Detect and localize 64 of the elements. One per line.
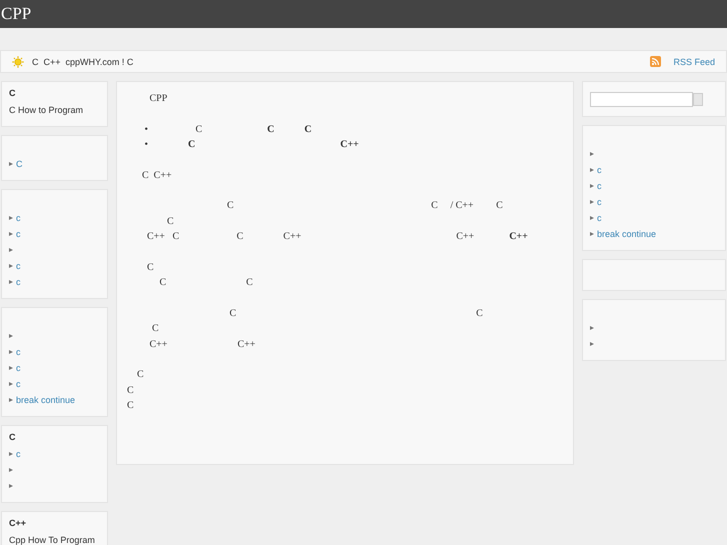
sun-icon: [12, 56, 24, 68]
widget-title: C: [9, 88, 16, 100]
widget-text[interactable]: Cpp How To Program: [9, 532, 100, 545]
bullet-triangle-icon: [9, 350, 13, 354]
bullet-triangle-icon: [590, 232, 594, 236]
search-button[interactable]: [693, 92, 703, 106]
sidebar-link[interactable]: break continue: [16, 395, 76, 405]
sidebar-link[interactable]: c: [16, 379, 20, 389]
site-title[interactable]: CPP: [1, 4, 32, 24]
article-text: C: [151, 322, 160, 336]
sidebar-link[interactable]: c: [597, 197, 602, 207]
article-text: • C C++: [144, 138, 360, 152]
article-text: C: [136, 368, 145, 382]
article-text: C C: [158, 276, 254, 290]
bullet-triangle-icon: [590, 184, 594, 188]
bullet-triangle-icon: [9, 280, 13, 284]
widget-title: C: [9, 432, 16, 444]
bullet-triangle-icon: [9, 468, 13, 472]
article-text: C C: [228, 306, 484, 320]
sidebar-link[interactable]: c: [16, 363, 20, 373]
article-text: CPP: [148, 92, 168, 106]
bullet-triangle-icon: [590, 216, 594, 220]
bullet-triangle-icon: [9, 452, 13, 456]
bullet-triangle-icon: [9, 232, 13, 236]
bullet-triangle-icon: [9, 334, 13, 338]
article-text: C: [127, 384, 135, 398]
article-text: C: [146, 260, 155, 274]
bullet-triangle-icon: [9, 398, 13, 402]
bullet-triangle-icon: [9, 248, 13, 252]
bullet-triangle-icon: [590, 326, 594, 330]
bullet-triangle-icon: [590, 342, 594, 346]
rss-feed-link[interactable]: RSS Feed: [673, 56, 715, 66]
article-text: C++ C C C++ C++ C++: [146, 230, 529, 244]
article-text: C: [166, 214, 175, 228]
sidebar-link[interactable]: c: [16, 347, 20, 357]
notice-text: C C++ cppWHY.com ! C: [32, 56, 134, 66]
sidebar-link[interactable]: c: [16, 277, 20, 287]
article-text: • C C C: [144, 122, 313, 136]
bullet-triangle-icon: [9, 382, 13, 386]
bullet-triangle-icon: [9, 484, 13, 488]
bullet-triangle-icon: [9, 264, 13, 268]
bullet-triangle-icon: [9, 216, 13, 220]
bullet-triangle-icon: [9, 162, 13, 166]
sidebar-link[interactable]: c: [597, 213, 602, 223]
article-text: C: [127, 399, 135, 413]
widget-text[interactable]: C How to Program: [9, 102, 100, 118]
sidebar-link[interactable]: c: [597, 165, 602, 175]
bullet-triangle-icon: [9, 366, 13, 370]
sidebar-link[interactable]: c: [16, 261, 20, 271]
bullet-triangle-icon: [590, 152, 594, 156]
sidebar-link[interactable]: c: [16, 213, 20, 223]
widget-title: C++: [9, 518, 28, 530]
sidebar-link[interactable]: c: [16, 449, 20, 459]
rss-icon[interactable]: [650, 56, 662, 67]
sidebar-link[interactable]: c: [597, 181, 602, 191]
article-text: C C++: [141, 168, 173, 182]
bullet-triangle-icon: [590, 200, 594, 204]
search-field[interactable]: [590, 92, 693, 106]
sidebar-link[interactable]: break continue: [597, 229, 656, 239]
article-text: C++ C++: [148, 338, 256, 352]
sidebar-link[interactable]: C: [16, 159, 22, 169]
bullet-triangle-icon: [590, 168, 594, 172]
article-text: C C / C++ C: [226, 199, 504, 213]
sidebar-link[interactable]: c: [16, 229, 20, 239]
